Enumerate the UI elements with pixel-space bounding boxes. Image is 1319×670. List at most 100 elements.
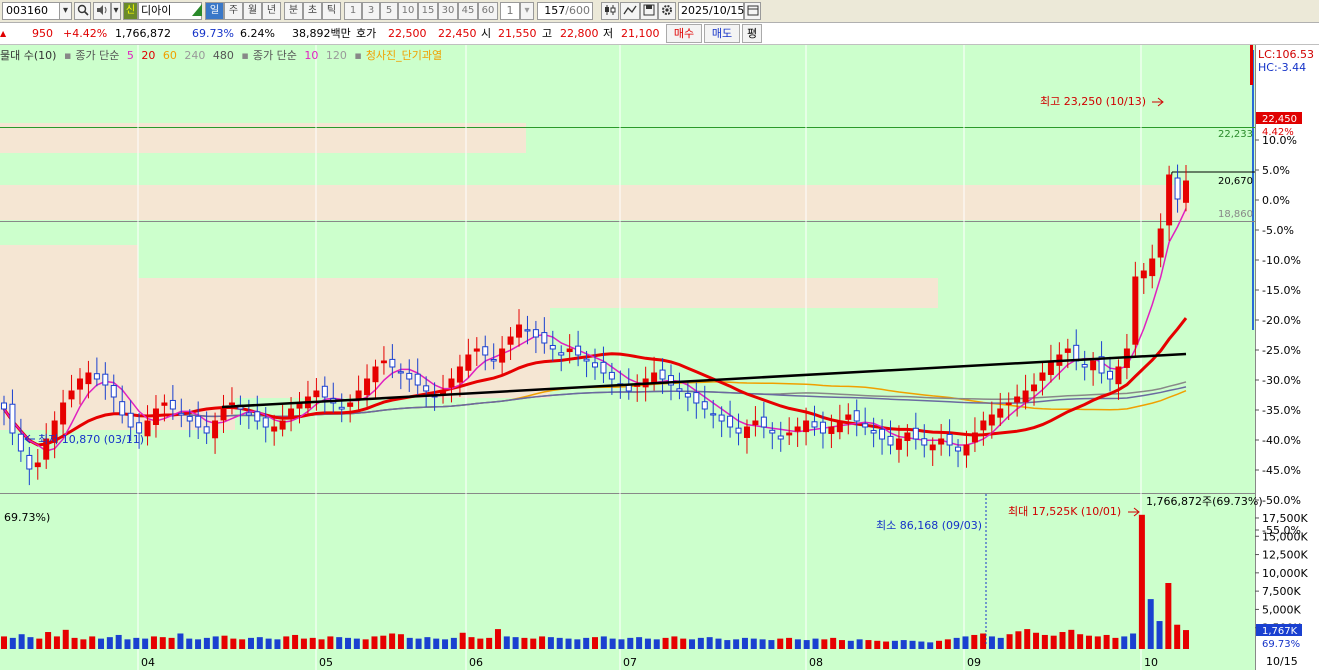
candle-body: [212, 420, 219, 439]
buy-button[interactable]: 매수: [666, 24, 702, 43]
volume-bar: [1138, 514, 1145, 649]
interval-60[interactable]: 60: [478, 2, 498, 20]
interval-3[interactable]: 3: [362, 2, 380, 20]
interval-input[interactable]: 1: [500, 2, 520, 20]
period-month[interactable]: 월: [243, 2, 262, 20]
vol-tick-label: 5,000K: [1262, 603, 1301, 616]
interval-30[interactable]: 30: [438, 2, 458, 20]
volume-bar: [168, 637, 175, 649]
candle-body: [693, 392, 700, 404]
candle-body: [718, 414, 725, 422]
period-tick[interactable]: 틱: [322, 2, 341, 20]
legend-ma5: 5: [126, 49, 134, 62]
candle-body: [651, 372, 658, 384]
candle-body: [600, 361, 607, 374]
interval-5[interactable]: 5: [380, 2, 398, 20]
candle-body: [1157, 228, 1164, 258]
open-price: 21,550: [498, 27, 537, 40]
volume-bar: [565, 638, 572, 649]
candle-body: [541, 332, 548, 344]
level-label-2: 20,670: [1218, 176, 1253, 187]
volume-bar: [918, 641, 925, 649]
volume-bar: [45, 632, 52, 649]
volume-bar: [636, 637, 643, 649]
volume-bar: [1015, 631, 1022, 649]
candle-body: [1174, 177, 1181, 200]
sell-button[interactable]: 매도: [704, 24, 740, 43]
calendar-icon[interactable]: [744, 2, 761, 20]
gear-icon[interactable]: [658, 2, 676, 20]
annotation-min: 최소 86,168 (09/03): [876, 519, 982, 532]
volume-bar: [627, 637, 634, 649]
eval-button[interactable]: 평: [742, 24, 762, 43]
volume-bar: [1033, 632, 1040, 649]
legend-ma60: 60: [162, 49, 177, 62]
candle-body: [1166, 174, 1173, 226]
volume-bar: [944, 639, 951, 649]
x-tick-label: 07: [623, 656, 637, 669]
volume-bar: [530, 638, 537, 649]
save-icon[interactable]: [640, 2, 658, 20]
volume-bar: [1130, 633, 1137, 649]
change-value: 950: [32, 27, 53, 40]
x-tick-label: 05: [319, 656, 333, 669]
candle-body: [397, 371, 404, 374]
candle-body: [1, 402, 7, 410]
legend-custom: 청사진_단기과열: [365, 49, 443, 62]
interval-45[interactable]: 45: [458, 2, 478, 20]
candle-type-icon[interactable]: [601, 2, 619, 20]
volume-bar: [239, 639, 246, 649]
volume-bar: [292, 634, 299, 649]
search-icon[interactable]: [74, 2, 91, 20]
volume-bar: [962, 636, 969, 649]
volume-bar: [715, 638, 722, 649]
candle-body: [558, 352, 565, 356]
date-input[interactable]: 2025/10/15: [678, 2, 744, 20]
volume-bar: [309, 637, 316, 649]
candle-body: [85, 372, 92, 385]
candle-body: [456, 366, 463, 383]
speaker-dropdown-icon[interactable]: ▾: [111, 2, 121, 20]
price-badge: 22,450: [1262, 114, 1297, 125]
volume-bar: [936, 640, 943, 649]
candle-body: [271, 426, 278, 432]
x-tick-label: 08: [809, 656, 823, 669]
volume-bar: [512, 637, 519, 649]
x-tick-label: 04: [141, 656, 155, 669]
count-field[interactable]: 157/600: [537, 2, 593, 20]
high-label: 고: [542, 27, 553, 40]
code-dropdown-icon[interactable]: ▾: [59, 2, 72, 20]
stock-code-input[interactable]: 003160: [2, 2, 60, 20]
stock-chart[interactable]: 04 05 06 07 08 09 10 10.0%5.0%0.0%-5.0%-10.0%-…: [0, 45, 1319, 670]
volume-value: 1,766,872: [115, 27, 171, 40]
candle-body: [507, 336, 514, 345]
date-bottom: 10/15: [1266, 655, 1298, 668]
period-minute[interactable]: 분: [284, 2, 303, 20]
period-second[interactable]: 초: [303, 2, 322, 20]
period-day[interactable]: 일: [205, 2, 224, 20]
volume-bar: [247, 637, 254, 649]
candle-body: [963, 444, 970, 456]
volume-bar: [759, 639, 766, 649]
interval-10[interactable]: 10: [398, 2, 418, 20]
volume-bar: [477, 638, 484, 649]
interval-dropdown-icon[interactable]: ▾: [520, 2, 534, 20]
volume-bar: [980, 633, 987, 649]
interval-15[interactable]: 15: [418, 2, 438, 20]
interval-1[interactable]: 1: [344, 2, 362, 20]
volume-bar: [988, 636, 995, 649]
y-tick-label: -40.0%: [1262, 434, 1301, 447]
period-year[interactable]: 년: [262, 2, 281, 20]
vol-tick-label: 15,000K: [1262, 530, 1308, 543]
candle-body: [971, 432, 978, 443]
candle-body: [110, 385, 117, 398]
speaker-icon[interactable]: [93, 2, 111, 20]
period-week[interactable]: 주: [224, 2, 243, 20]
line-tool-icon[interactable]: [620, 2, 640, 20]
volume-bar: [98, 638, 105, 649]
candle-body: [524, 329, 531, 332]
candle-body: [895, 438, 902, 450]
volume-bar: [450, 637, 457, 649]
candle-body: [76, 378, 83, 390]
volume-bar: [433, 638, 440, 649]
